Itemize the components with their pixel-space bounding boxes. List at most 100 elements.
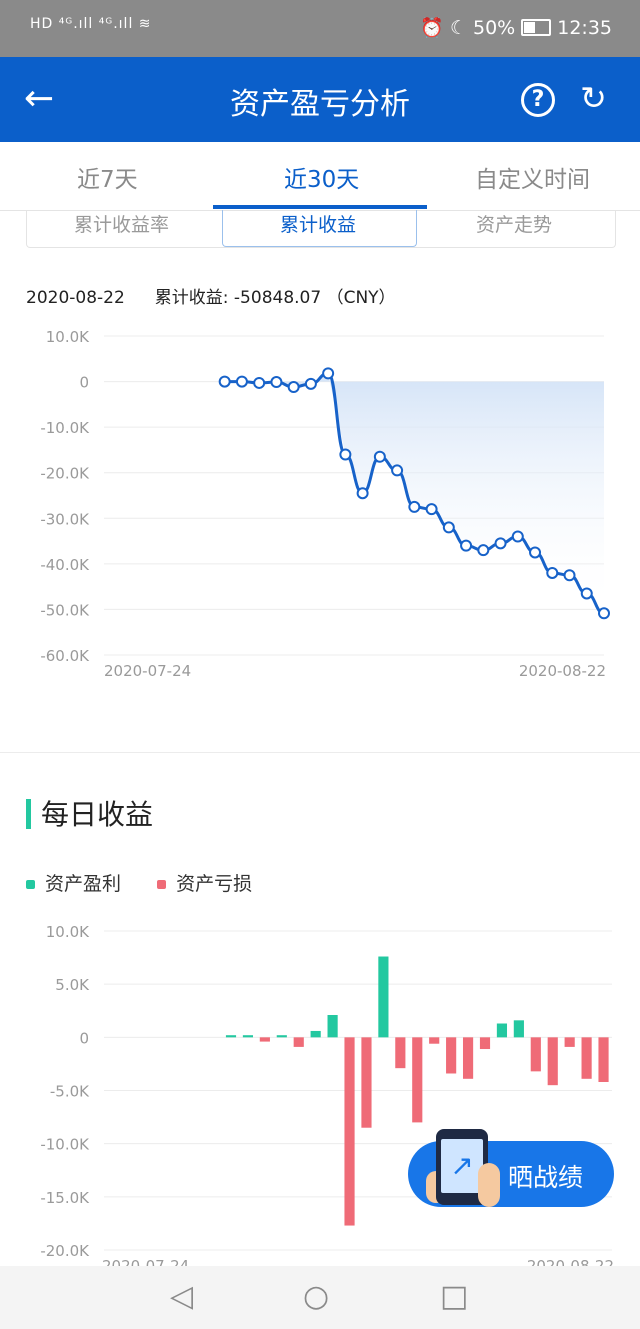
daily-legend: 资产盈利 资产亏损 [26, 869, 282, 896]
profit-bar [513, 1020, 524, 1038]
loss-bar [429, 1037, 440, 1044]
tab-30-days[interactable]: 近30天 [284, 160, 359, 194]
signal-icons: HD ⁴ᴳ.ıll ⁴ᴳ.ıll ≋ [30, 16, 152, 32]
loss-bar [412, 1037, 423, 1123]
active-subtab-box [222, 210, 417, 247]
refresh-icon[interactable]: ↻ [580, 81, 607, 115]
clock: 12:35 [557, 16, 612, 39]
active-tab-indicator [213, 205, 427, 209]
y-tick-label: -20.0K [40, 465, 90, 483]
data-point [460, 539, 473, 552]
y-tick-label: 0 [79, 1029, 89, 1047]
x-tick-label: 2020-07-24 [102, 1257, 189, 1266]
data-point [322, 367, 335, 380]
share-results-button[interactable]: ↗ 晒战绩 [408, 1129, 614, 1207]
data-point [425, 503, 438, 516]
data-point [529, 546, 542, 559]
loss-bar [479, 1037, 491, 1050]
cumulative-line-chart: 10.0K 0 -10.0K -20.0K -30.0K -40.0K -50.0K -60.… [40, 328, 610, 680]
nav-home-icon[interactable]: ○ [303, 1280, 329, 1314]
loss-bar [598, 1037, 609, 1082]
x-tick-label: 2020-07-24 [104, 662, 191, 680]
loss-bar [259, 1037, 270, 1042]
battery-percent: 50% [473, 16, 516, 39]
profit-bar [310, 1030, 321, 1038]
nav-recent-icon[interactable]: □ [440, 1280, 468, 1314]
share-button-label: 晒战绩 [508, 1163, 584, 1192]
loss-bar [446, 1037, 457, 1074]
tab-custom-time[interactable]: 自定义时间 [475, 160, 590, 194]
y-tick-label: -10.0K [40, 1136, 90, 1154]
loss-bar [293, 1037, 304, 1047]
profit-bar [225, 1035, 237, 1038]
alarm-moon-icons: ⏰ ☾ [420, 17, 467, 39]
data-point [494, 537, 507, 550]
data-point [408, 500, 421, 513]
cumulative-date: 2020-08-22 [26, 288, 125, 308]
daily-section-title: 每日收益 [26, 793, 153, 833]
y-tick-label: 5.0K [55, 976, 90, 994]
y-tick-label: 0 [79, 374, 89, 392]
loss-bar [581, 1037, 592, 1079]
legend-loss-swatch [157, 880, 167, 889]
data-point [287, 381, 300, 394]
hand-right [478, 1163, 500, 1207]
battery-icon [521, 19, 552, 36]
cumulative-info: 2020-08-22 累计收益: -50848.07 （CNY） [26, 283, 426, 308]
y-tick-label: -5.0K [50, 1083, 90, 1101]
y-tick-label: -10.0K [40, 419, 90, 437]
data-point [598, 607, 610, 620]
app-header: ← 资产盈亏分析 ? ↻ [0, 57, 640, 142]
subtab-asset-trend[interactable]: 资产走势 [476, 210, 552, 237]
legend-loss-label: 资产亏损 [176, 873, 253, 895]
data-point [304, 377, 317, 390]
loss-bar [564, 1037, 575, 1047]
help-icon[interactable]: ? [521, 83, 555, 117]
profit-bar [378, 956, 389, 1038]
title-accent-bar [26, 799, 31, 829]
status-right: ⏰ ☾ 50% 12:35 [420, 16, 612, 40]
data-point [546, 566, 559, 579]
profit-bar [496, 1023, 508, 1038]
data-point [391, 464, 404, 477]
data-point [477, 544, 490, 557]
daily-bar-chart: 10.0K 5.0K 0 -5.0K -10.0K -15.0K -20.0K 2020-07… [40, 923, 614, 1266]
x-tick-label: 2020-08-22 [519, 662, 606, 680]
data-point [253, 376, 266, 389]
data-point [218, 375, 231, 388]
profit-bar [327, 1015, 338, 1038]
x-tick-label: 2020-08-22 [527, 1257, 614, 1266]
status-bar: HD ⁴ᴳ.ıll ⁴ᴳ.ıll ≋ ⏰ ☾ 50% 12:35 [0, 0, 640, 57]
data-point [563, 569, 576, 582]
y-tick-label: -15.0K [40, 1189, 90, 1207]
y-tick-label: 10.0K [46, 923, 90, 941]
legend-profit[interactable]: 资产盈利 [26, 873, 121, 895]
nav-back-icon[interactable]: ◁ [170, 1280, 193, 1314]
daily-title-text: 每日收益 [41, 798, 154, 831]
y-tick-label: 10.0K [46, 328, 90, 346]
share-arrow-icon: ↗ [441, 1139, 483, 1193]
section-divider [0, 752, 640, 753]
profit-bar [276, 1035, 287, 1038]
loss-bar [395, 1037, 406, 1069]
legend-profit-swatch [26, 880, 35, 889]
data-point [356, 487, 369, 500]
data-point [373, 450, 386, 463]
data-point [580, 587, 593, 600]
period-tabs: 近7天 近30天 自定义时间 [0, 142, 640, 211]
subtab-return-rate[interactable]: 累计收益率 [74, 210, 169, 237]
legend-loss[interactable]: 资产亏损 [157, 873, 252, 895]
loss-bar [462, 1037, 474, 1079]
data-point [442, 521, 455, 534]
data-point [235, 375, 248, 388]
loss-bar [344, 1037, 355, 1226]
tab-7-days[interactable]: 近7天 [77, 160, 138, 194]
y-tick-label: -50.0K [40, 601, 90, 619]
y-tick-label: -30.0K [40, 510, 90, 528]
profit-bar [242, 1035, 254, 1038]
loss-bar [361, 1037, 372, 1128]
data-point [270, 376, 283, 389]
y-tick-label: -60.0K [40, 647, 90, 665]
cumulative-summary: 累计收益: -50848.07 （CNY） [154, 288, 396, 308]
data-point [511, 530, 524, 543]
